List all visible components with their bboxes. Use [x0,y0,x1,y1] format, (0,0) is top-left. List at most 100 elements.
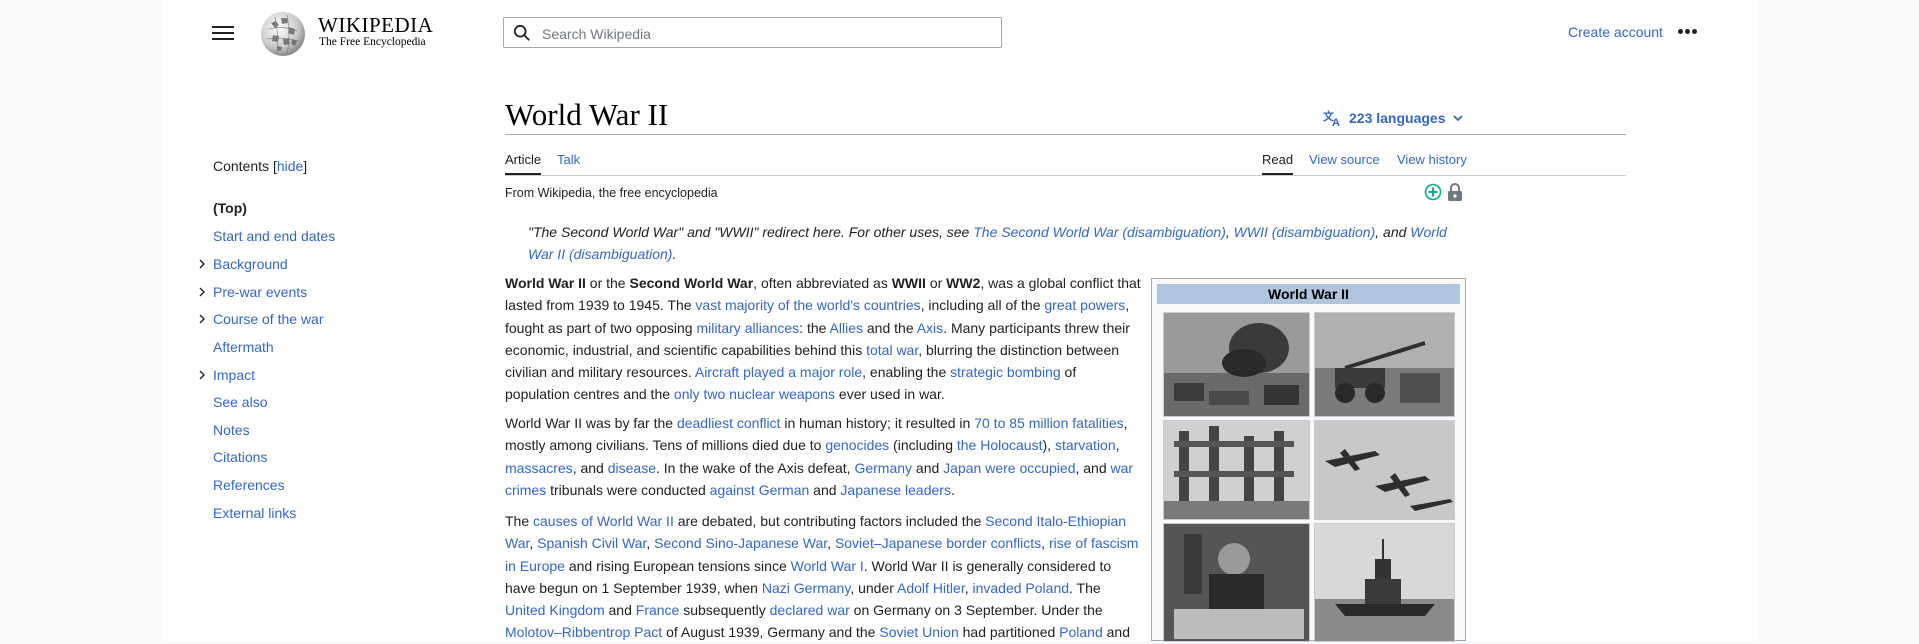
toc-item-label[interactable]: Aftermath [213,339,274,355]
toc-item-label[interactable]: External links [213,505,296,521]
toc-item[interactable]: Notes [213,422,250,438]
toc-item[interactable]: External links [213,505,296,521]
article-link[interactable]: declared war [770,602,850,618]
wikipedia-globe-logo[interactable] [257,9,311,57]
toc-hide-label[interactable]: hide [277,158,303,174]
article-link[interactable]: invaded Poland [973,580,1070,596]
article-link[interactable]: total war [866,342,918,358]
article-link[interactable]: Molotov–Ribbentrop Pact [505,624,662,640]
article-link[interactable]: starvation [1055,437,1116,453]
photo-battle-explosion[interactable] [1163,312,1310,417]
photo-artillery[interactable] [1314,312,1455,417]
article-link[interactable]: Adolf Hitler [897,580,965,596]
toc-item-label[interactable]: Pre-war events [213,284,307,300]
toc-item[interactable]: Course of the war [199,311,324,327]
toc-item[interactable]: Impact [199,367,255,383]
search-box[interactable] [503,17,1002,48]
body-text: or [925,275,947,291]
toc-item-label[interactable]: Start and end dates [213,228,335,244]
tab-view-source[interactable]: View source [1309,152,1380,167]
article-link[interactable]: disease [608,460,656,476]
photo-battleship[interactable] [1314,523,1455,642]
body-text: , [646,535,655,552]
hatnote-link[interactable]: The Second World War (disambiguation) [973,224,1226,240]
article-link[interactable]: causes of World War II [533,513,674,529]
ellipsis-icon[interactable] [1678,29,1698,35]
toc-item[interactable]: Background [199,256,288,272]
good-article-plus-icon[interactable] [1424,183,1442,201]
article-link[interactable]: Axis [917,320,943,336]
article-link[interactable]: Soviet–Japanese border conflicts [835,535,1041,551]
toc-item[interactable]: Aftermath [213,339,274,355]
chevron-right-icon[interactable] [197,314,207,324]
article-link[interactable]: Soviet Union [879,624,958,640]
article-link[interactable]: massacres [505,460,573,476]
hatnote-link[interactable]: WWII (disambiguation) [1234,224,1376,240]
article-link[interactable]: France [636,602,680,618]
toc-title: Contents [hide] [213,158,473,174]
article-link[interactable]: Allies [830,320,863,336]
lead-paragraph-3: The causes of World War II are debated, … [505,510,1141,644]
wikipedia-tagline: The Free Encyclopedia [319,36,426,48]
article-link[interactable]: vast majority of the world's countries [695,297,920,313]
body-text: on Germany on 3 September. Under the [849,602,1103,619]
toc-item-label[interactable]: Impact [213,367,255,383]
toc-item[interactable]: References [213,477,285,493]
article-link[interactable]: Second Sino-Japanese War [654,535,827,551]
toc-item[interactable]: Pre-war events [199,284,307,300]
tab-article[interactable]: Article [505,152,542,175]
photo-ruined-building[interactable] [1163,420,1310,520]
toc-item[interactable]: (Top) [213,200,247,216]
search-input[interactable] [540,22,994,45]
toc-item-label[interactable]: See also [213,394,267,410]
article-link[interactable]: strategic bombing [950,364,1061,380]
article-link[interactable]: Spanish Civil War [537,535,646,551]
toc-item-label[interactable]: Background [213,256,288,272]
bold-term: WWII [891,275,926,291]
chevron-right-icon[interactable] [197,370,207,380]
toc-item-label[interactable]: References [213,477,285,493]
chevron-right-icon[interactable] [197,259,207,269]
protection-lock-icon[interactable] [1446,182,1464,202]
chevron-right-icon[interactable] [197,287,207,297]
article-link[interactable]: only two nuclear weapons [674,386,835,402]
wikipedia-wordmark[interactable]: Wikipedia [318,13,433,38]
toc-title-text: Contents [213,158,270,174]
body-text: of August 1939, Germany and the [662,624,880,641]
article-link[interactable]: Aircraft played a major role [695,364,862,380]
toc-item-label[interactable]: Course of the war [213,311,324,327]
toc-item-label[interactable]: Citations [213,449,267,465]
article-link[interactable]: genocides [825,437,889,453]
body-text: and [604,602,636,619]
tab-view-history[interactable]: View history [1397,152,1467,167]
toc-item[interactable]: Start and end dates [213,228,335,244]
hatnote-text: "The Second World War" and "WWII" redire… [528,224,974,240]
article-link[interactable]: Nazi Germany [762,580,850,596]
svg-text:A: A [1332,117,1340,127]
article-link[interactable]: Germany [854,460,912,476]
photo-aircraft[interactable] [1314,420,1455,520]
article-link[interactable]: World War I [791,558,864,574]
photo-signing[interactable] [1163,523,1310,642]
toc-item-label[interactable]: Notes [213,422,250,438]
article-link[interactable]: deadliest conflict [677,415,781,431]
article-link[interactable]: United Kingdom [505,602,605,618]
tab-talk[interactable]: Talk [557,152,580,167]
article-link[interactable]: the Holocaust [957,437,1043,453]
article-link[interactable]: Japanese leaders [840,482,951,498]
toc-item-label[interactable]: (Top) [213,200,247,216]
language-count[interactable]: 223 languages [1349,110,1446,126]
toc-item[interactable]: Citations [213,449,267,465]
create-account-link[interactable]: Create account [1568,24,1663,40]
article-link[interactable]: against German [710,482,810,498]
article-link[interactable]: 70 to 85 million fatalities [974,415,1123,431]
article-link[interactable]: Japan were occupied [943,460,1075,476]
toc-hide-toggle[interactable]: [hide] [273,158,307,174]
article-link[interactable]: Poland [1059,624,1103,640]
body-text: and rising European tensions since [564,557,791,574]
article-link[interactable]: military alliances [696,320,799,336]
main-menu-button[interactable] [212,22,234,44]
toc-item[interactable]: See also [213,394,267,410]
tab-read[interactable]: Read [1262,152,1294,175]
article-link[interactable]: great powers [1044,297,1125,313]
